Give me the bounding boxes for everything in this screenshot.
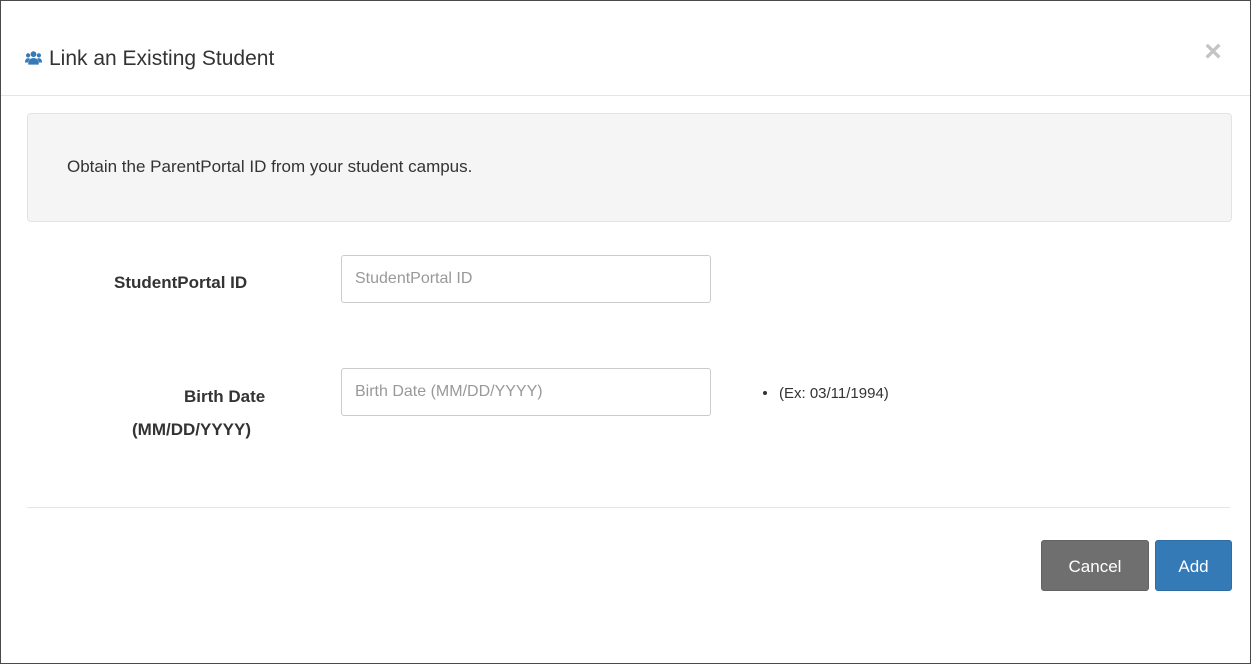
link-student-dialog: Link an Existing Student × Obtain the Pa… [0, 0, 1251, 664]
close-icon[interactable]: × [1200, 37, 1226, 67]
info-text: Obtain the ParentPortal ID from your stu… [67, 157, 473, 176]
add-button[interactable]: Add [1155, 540, 1232, 591]
birth-date-label-line1: Birth Date [184, 387, 266, 406]
users-icon [25, 51, 42, 65]
bullet-icon [763, 391, 767, 396]
student-portal-id-input[interactable] [341, 255, 711, 303]
birth-date-hint: (Ex: 03/11/1994) [763, 383, 889, 405]
footer-divider [27, 507, 1230, 508]
birth-date-label-line2: (MM/DD/YYYY) [132, 420, 251, 439]
birth-date-input[interactable] [341, 368, 711, 416]
cancel-button[interactable]: Cancel [1041, 540, 1149, 591]
student-portal-id-label: StudentPortal ID [114, 273, 248, 292]
info-well: Obtain the ParentPortal ID from your stu… [27, 113, 1232, 222]
dialog-title: Link an Existing Student [49, 47, 275, 70]
dialog-header: Link an Existing Student × [1, 1, 1250, 96]
birth-date-hint-text: (Ex: 03/11/1994) [779, 385, 889, 402]
